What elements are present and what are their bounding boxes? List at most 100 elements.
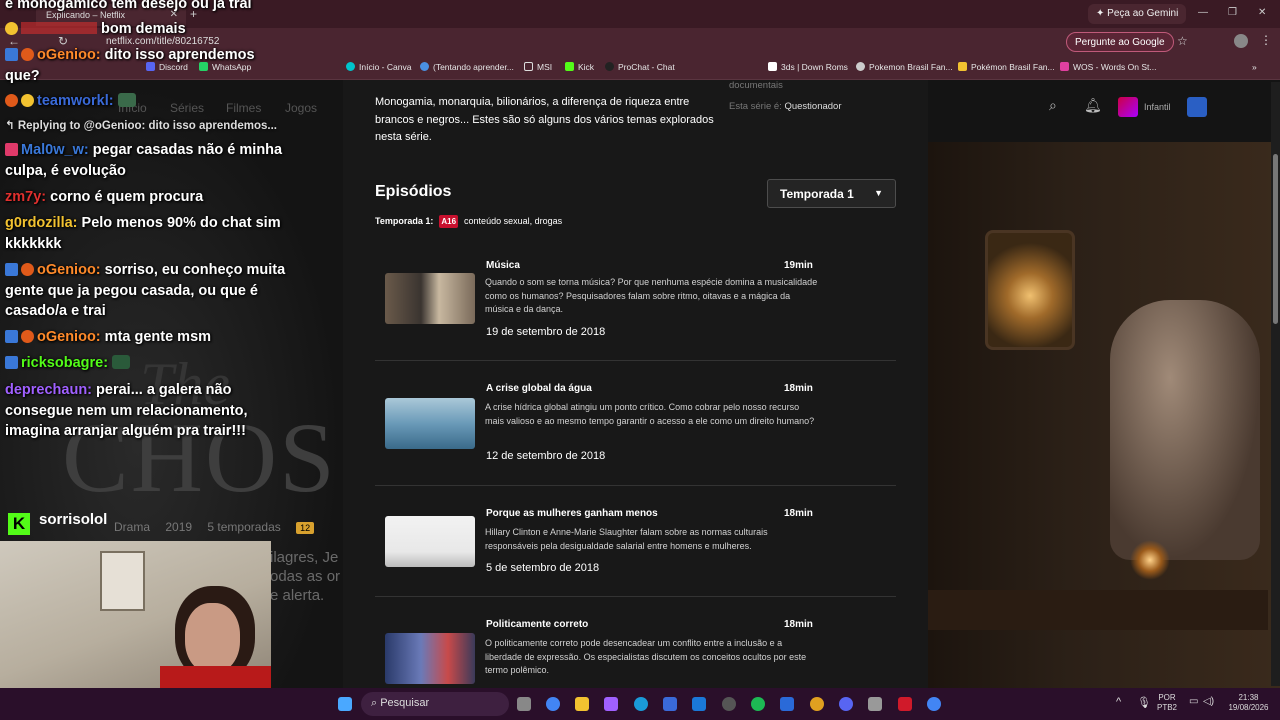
close-window-icon[interactable]: ✕ [1258,7,1266,18]
chat-username [21,22,97,34]
pokeball-icon [856,62,865,71]
show-description: Monogamia, monarquia, bilionários, a dif… [375,96,714,143]
year: 2019 [165,520,193,534]
wos-icon [1060,62,1069,71]
profile-avatar-infantil[interactable] [1118,97,1138,117]
seasons: 5 temporadas [207,520,281,534]
show-desc-fade: ilagres, Je odas as or e alerta. [270,548,350,605]
bell-icon[interactable]: 🔔︎ [1084,97,1102,114]
microphone-icon[interactable]: 🎙︎ [1137,696,1151,709]
chat-username: teamworkl: [37,93,114,109]
minimize-icon[interactable]: — [1198,7,1208,18]
bookmark-label: Kick [578,62,595,72]
chrome-icon[interactable] [546,697,560,711]
ask-google-button[interactable]: Pergunte ao Google [1066,32,1174,52]
episode-row[interactable]: Música 19min Quando o som se torna músic… [375,250,896,361]
content-rating-badge: A16 [439,215,459,228]
volume-icon[interactable]: ◁) [1203,696,1214,707]
network-icon[interactable]: ▭ [1189,696,1198,707]
reply-arrow-icon: ↰ [5,120,18,132]
streamer-face [185,603,240,673]
desc-line: e alerta. [270,587,325,604]
edge-icon[interactable] [634,697,648,711]
chat-message: oGenioo: sorriso, eu conheço muita gente… [5,260,290,322]
chrome-icon[interactable] [927,697,941,711]
folder-icon [524,62,533,71]
bookmark-label: ProChat - Chat [618,62,675,72]
store-icon[interactable] [663,697,677,711]
bookmark-label: Pokemon Brasil Fan... [869,62,953,72]
chat-username: zm7y: [5,189,47,205]
bookmark-prochat[interactable]: ProChat - Chat [605,62,675,72]
avatar[interactable] [1234,34,1248,48]
side-meta-value[interactable]: Questionador [784,101,841,112]
bookmark-label: Pokémon Brasil Fan... [971,62,1055,72]
file-explorer-icon[interactable] [575,697,589,711]
search-icon[interactable]: ⌕ [1049,97,1057,114]
menu-icon[interactable]: ⋮ [1260,33,1272,47]
webcam-overlay [0,541,271,688]
spotify-icon[interactable] [751,697,765,711]
clock[interactable]: 21:38 19/08/2026 [1226,693,1271,713]
season-select[interactable]: Temporada 1 ▼ [767,179,896,208]
desc-line: ilagres, Je [270,549,339,566]
obs-icon[interactable] [722,697,736,711]
canva-icon [346,62,355,71]
episode-duration: 18min [784,383,813,394]
season-info-label: Temporada 1: [375,216,434,226]
taskbar-search[interactable]: ⌕ Pesquisar [361,692,509,716]
app-icon[interactable] [898,697,912,711]
scrollbar-thumb[interactable] [1273,154,1278,324]
profile-avatar[interactable] [1187,97,1207,117]
episode-thumbnail[interactable] [385,516,475,567]
lantern-art [985,230,1075,350]
chat-message: teamworkl: [5,91,290,112]
episode-title: Porque as mulheres ganham menos [486,508,658,519]
episode-row[interactable]: Politicamente correto 18min O politicame… [375,597,896,688]
episode-thumbnail[interactable] [385,273,475,324]
discord-icon[interactable] [839,697,853,711]
episode-row[interactable]: Porque as mulheres ganham menos 18min Hi… [375,486,896,597]
chat-message: ricksobagre: [5,353,290,374]
star-icon[interactable]: ☆ [1177,34,1188,48]
episode-row[interactable]: A crise global da água 18min A crise híd… [375,361,896,486]
episode-thumbnail[interactable] [385,633,475,684]
more-bookmarks-icon[interactable]: » [1252,62,1257,72]
episode-thumbnail[interactable] [385,398,475,449]
chat-username: deprechaun: [5,382,93,398]
bookmark-msi[interactable]: MSI [524,62,552,72]
bookmark-canva[interactable]: Início - Canva [346,62,411,72]
mail-icon[interactable] [692,697,706,711]
bookmark-pokemon1[interactable]: Pokemon Brasil Fan... [856,62,953,72]
gemini-top-button[interactable]: ✦ Peça ao Gemini [1088,4,1187,24]
bookmark-label: 3ds | Down Roms [781,62,848,72]
bookmark-tentando[interactable]: (Tentando aprender... [420,62,514,72]
ask-google-label: Pergunte ao Google [1075,37,1165,48]
sub-badge-icon [21,263,34,276]
season-select-label: Temporada 1 [780,187,854,201]
sparkle-icon: ✦ [1096,8,1108,19]
maximize-icon[interactable]: ❐ [1228,7,1237,18]
bookmark-wos[interactable]: WOS - Words On St... [1060,62,1156,72]
copilot-icon[interactable] [604,697,618,711]
app-icon[interactable] [868,697,882,711]
start-icon[interactable] [338,697,352,711]
bookmark-kick[interactable]: Kick [565,62,594,72]
prochat-icon [605,62,614,71]
app-icon[interactable] [780,697,794,711]
bookmark-pokemon2[interactable]: Pokémon Brasil Fan... [958,62,1055,72]
chat-username: oGenioo: [37,329,101,345]
elder-figure-art [1110,300,1260,560]
verified-badge-icon [5,330,18,343]
show-details-modal: Monogamia, monarquia, bilionários, a dif… [343,80,928,688]
language-indicator[interactable]: POR PTB2 [1157,693,1177,713]
sub-badge-icon [21,330,34,343]
page-scrollbar[interactable] [1271,82,1280,686]
age-rating-badge: 12 [296,522,315,534]
app-icon[interactable] [810,697,824,711]
chat-message: oGenioo: dito isso aprendemos que? [5,45,290,86]
bookmark-3ds[interactable]: 3ds | Down Roms [768,62,848,72]
tray-chevron-icon[interactable]: ^ [1116,696,1121,708]
taskbar-search-label: Pesquisar [380,697,430,709]
task-view-icon[interactable] [517,697,531,711]
